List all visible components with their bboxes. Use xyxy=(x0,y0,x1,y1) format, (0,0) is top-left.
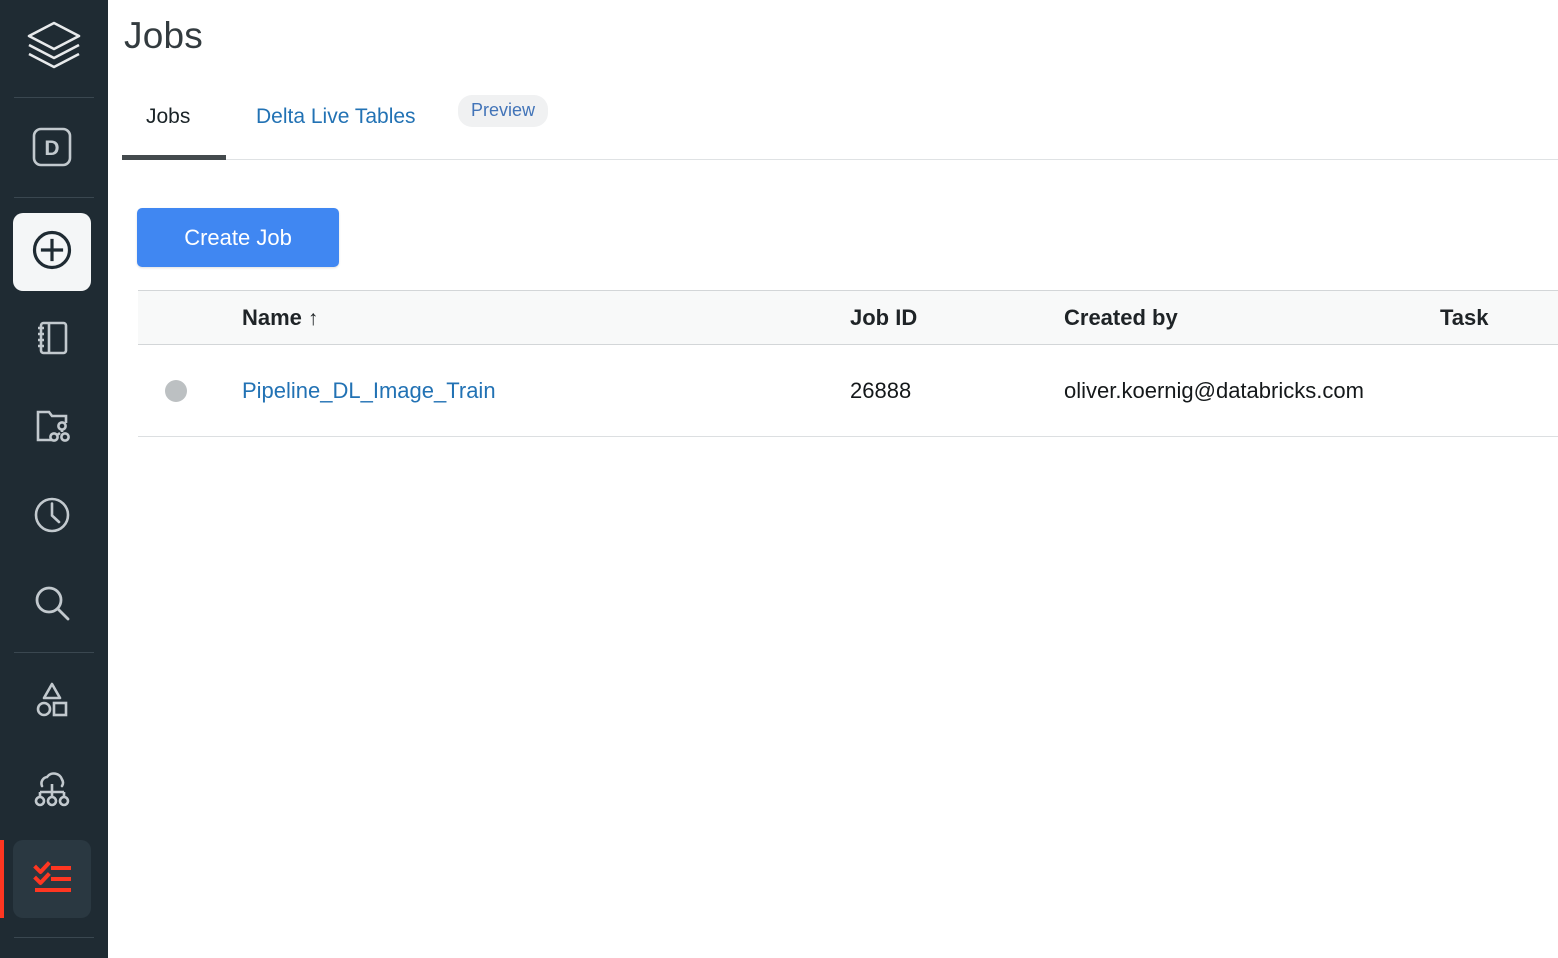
sidebar-item-jobs[interactable] xyxy=(13,840,91,918)
shapes-data-icon xyxy=(28,676,76,729)
column-header-created-by[interactable]: Created by xyxy=(1064,290,1440,345)
clock-icon xyxy=(28,491,76,544)
sidebar-item-workspace-d[interactable]: D xyxy=(13,108,91,186)
sidebar-item-search[interactable] xyxy=(13,566,91,644)
main-content: Jobs Jobs Delta Live Tables Preview Crea… xyxy=(108,0,1558,958)
sidebar-item-compute[interactable] xyxy=(13,752,91,830)
notebook-icon xyxy=(28,314,76,367)
table-row[interactable]: Pipeline_DL_Image_Train 26888 oliver.koe… xyxy=(138,344,1558,437)
cell-name: Pipeline_DL_Image_Train xyxy=(242,344,850,437)
sidebar-divider-1 xyxy=(14,97,94,98)
sidebar-item-new[interactable] xyxy=(13,213,91,291)
svg-text:D: D xyxy=(44,137,59,160)
jobs-table: Name ↑ Job ID Created by Task Pipeline_DL… xyxy=(138,290,1558,437)
compute-cloud-icon xyxy=(27,764,77,819)
sidebar-item-data[interactable] xyxy=(13,663,91,741)
sidebar-item-recents[interactable] xyxy=(13,478,91,556)
plus-circle-icon xyxy=(27,225,77,280)
preview-badge: Preview xyxy=(458,95,549,127)
create-job-button[interactable]: Create Job xyxy=(137,208,339,267)
status-badge xyxy=(165,379,187,402)
column-header-status xyxy=(138,290,242,345)
tab-delta-live-tables[interactable]: Delta Live Tables xyxy=(256,104,416,130)
databricks-logo-icon[interactable] xyxy=(0,0,108,92)
sidebar-item-workspace[interactable] xyxy=(13,301,91,379)
sort-ascending-arrow-icon: ↑ xyxy=(307,306,319,330)
table-header-row: Name ↑ Job ID Created by Task xyxy=(138,290,1558,345)
sidebar-item-repos[interactable] xyxy=(13,390,91,468)
repos-folder-icon xyxy=(28,403,76,456)
tab-bar-divider xyxy=(122,159,1558,160)
column-header-job-id[interactable]: Job ID xyxy=(850,290,1064,345)
column-header-name-label: Name xyxy=(242,304,302,330)
column-header-name[interactable]: Name ↑ xyxy=(242,290,850,345)
cell-status xyxy=(138,344,242,437)
sidebar-active-accent-bar xyxy=(0,840,4,918)
search-icon xyxy=(28,579,76,632)
table-body: Pipeline_DL_Image_Train 26888 oliver.koe… xyxy=(138,344,1558,437)
sidebar-divider-2 xyxy=(14,197,94,198)
job-name-link[interactable]: Pipeline_DL_Image_Train xyxy=(242,378,496,403)
tab-active-indicator xyxy=(122,155,226,160)
cell-job-id: 26888 xyxy=(850,344,1064,437)
cell-created-by: oliver.koernig@databricks.com xyxy=(1064,344,1440,437)
tab-jobs[interactable]: Jobs xyxy=(146,104,190,130)
column-header-task[interactable]: Task xyxy=(1440,290,1558,345)
jobs-checklist-icon xyxy=(27,852,77,907)
left-sidebar: D xyxy=(0,0,108,958)
tab-bar: Jobs Delta Live Tables Preview xyxy=(108,92,1558,162)
sidebar-divider-3 xyxy=(14,652,94,653)
cell-task xyxy=(1440,344,1558,437)
page-title: Jobs xyxy=(124,15,203,56)
sidebar-divider-4 xyxy=(14,937,94,938)
app-root: D Jobs Jobs Delta Live Tables Preview Cr… xyxy=(0,0,1558,958)
table-header: Name ↑ Job ID Created by Task xyxy=(138,290,1558,345)
